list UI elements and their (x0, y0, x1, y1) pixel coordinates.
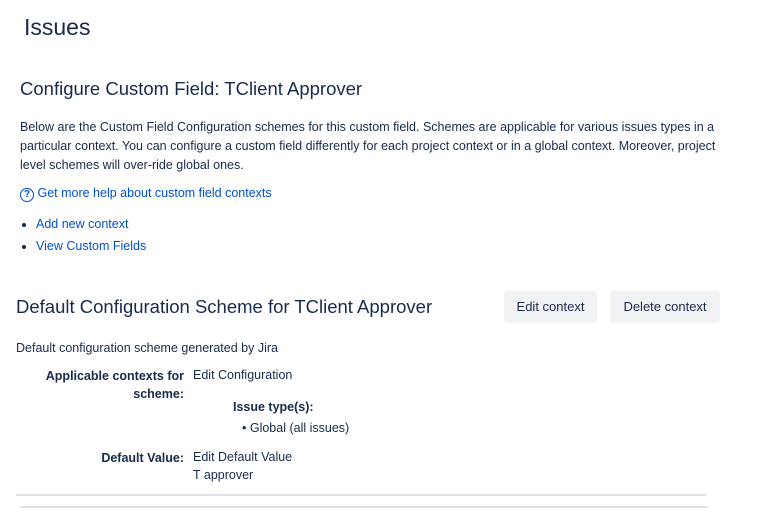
divider (20, 506, 708, 508)
delete-context-button[interactable]: Delete context (610, 291, 720, 323)
contexts-label: Applicable contexts for scheme: (45, 369, 184, 401)
divider (16, 494, 706, 496)
help-icon: ? (20, 188, 34, 202)
view-custom-fields-link[interactable]: View Custom Fields (36, 239, 146, 253)
action-links: Add new context View Custom Fields (18, 213, 146, 257)
list-item: View Custom Fields (36, 235, 146, 257)
default-value-label: Default Value: (101, 451, 184, 465)
edit-context-button[interactable]: Edit context (504, 291, 597, 323)
help-link[interactable]: ? Get more help about custom field conte… (20, 184, 272, 203)
description: Below are the Custom Field Configuration… (20, 120, 716, 172)
page-title: Issues (24, 14, 91, 40)
list-item: Add new context (36, 213, 146, 235)
issue-types-label: Issue type(s): (233, 400, 314, 414)
issue-type-text: Global (all issues) (249, 421, 350, 435)
add-new-context-link[interactable]: Add new context (36, 217, 128, 231)
config-title: Configure Custom Field: TClient Approver (20, 78, 363, 99)
default-value: T approver (193, 468, 254, 482)
scheme-description: Default configuration scheme generated b… (16, 341, 278, 355)
issue-type-item: • Global (all issues) (242, 421, 350, 435)
edit-default-value-link[interactable]: Edit Default Value (193, 448, 292, 467)
scheme-title: Default Configuration Scheme for TClient… (16, 296, 433, 317)
edit-configuration-link[interactable]: Edit Configuration (193, 366, 292, 385)
